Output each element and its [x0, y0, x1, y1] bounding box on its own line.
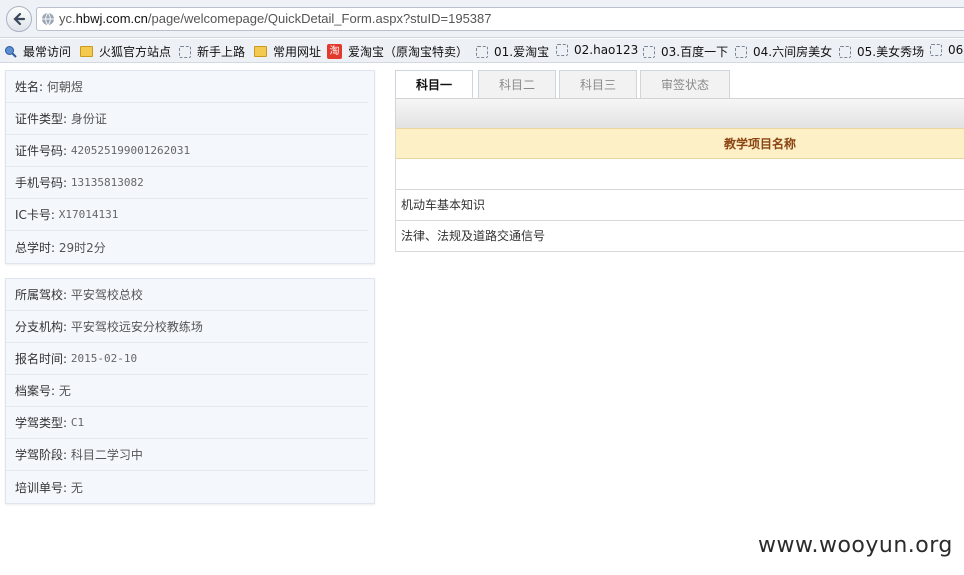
field-label: 姓名: [15, 80, 44, 94]
bookmark-label: 新手上路 [197, 45, 246, 59]
globe-icon [42, 12, 54, 26]
bookmark-label: 爱淘宝（原淘宝特卖） [348, 45, 469, 59]
phone-number: 13135813082 [70, 176, 144, 189]
dashed-box-icon [839, 45, 851, 58]
field-label: 学驾类型: [15, 416, 68, 430]
tab-toolbar [395, 98, 964, 129]
info-row-archive: 档案号: 无 [6, 375, 368, 407]
info-row-idno: 证件号码: 420525199001262031 [6, 135, 368, 167]
registration-date: 2015-02-10 [70, 352, 138, 365]
arrow-left-icon [13, 12, 26, 26]
bookmark-label: 06 [948, 43, 964, 57]
bookmark-03[interactable]: 03.百度一下 [643, 43, 728, 60]
dashed-box-icon [179, 45, 191, 58]
bookmark-label: 02.hao123 [574, 43, 639, 57]
bookmark-ai-taobao[interactable]: 淘 爱淘宝（原淘宝特卖） [327, 43, 468, 60]
field-label: 报名时间: [15, 352, 68, 366]
dashed-box-icon [556, 44, 568, 56]
bookmark-label: 最常访问 [23, 45, 72, 59]
info-row-idtype: 证件类型: 身份证 [6, 103, 368, 135]
address-bar: yc.hbwj.com.cn/page/welcomepage/QuickDet… [0, 0, 964, 38]
bookmark-common-sites[interactable]: 常用网址 [254, 43, 321, 60]
bookmark-05[interactable]: 05.美女秀场 [839, 43, 924, 60]
dashed-box-icon [643, 45, 655, 58]
bookmark-04[interactable]: 04.六间房美女 [735, 43, 832, 60]
student-name: 何朝煜 [46, 80, 83, 94]
bookmark-01[interactable]: 01.爱淘宝 [476, 43, 549, 60]
url-input[interactable]: yc.hbwj.com.cn/page/welcomepage/QuickDet… [36, 7, 964, 31]
table-row[interactable]: 法律、法规及道路交通信号 [396, 221, 964, 252]
url-text: yc.hbwj.com.cn/page/welcomepage/QuickDet… [59, 11, 492, 26]
folder-icon [254, 46, 267, 57]
bookmark-most-visited[interactable]: 最常访问 [4, 43, 71, 60]
bookmark-02[interactable]: 02.hao123 [556, 43, 638, 57]
bookmark-label: 火狐官方站点 [99, 45, 172, 59]
back-button[interactable] [6, 6, 32, 32]
magnifier-icon [5, 46, 17, 58]
training-number: 无 [70, 480, 83, 495]
bookmark-label: 04.六间房美女 [753, 45, 833, 59]
tab-subject-1[interactable]: 科目一 [395, 70, 473, 99]
subject-tabs: 科目一 科目二 科目三 审签状态 [395, 70, 964, 99]
student-info-panel: 姓名: 何朝煜 证件类型: 身份证 证件号码: 4205251990012620… [5, 70, 375, 264]
info-row-hours: 总学时: 29时2分 [6, 231, 368, 263]
column-header-item-name[interactable]: 教学项目名称 [396, 128, 964, 159]
id-number: 420525199001262031 [70, 144, 191, 157]
learning-stage: 科目二学习中 [70, 448, 143, 462]
bookmark-label: 05.美女秀场 [857, 45, 925, 59]
bookmark-getting-started[interactable]: 新手上路 [179, 43, 245, 60]
bookmark-firefox-sites[interactable]: 火狐官方站点 [80, 43, 171, 60]
info-row-school: 所属驾校: 平安驾校总校 [6, 279, 368, 311]
field-label: 培训单号: [15, 480, 68, 495]
info-row-stage: 学驾阶段: 科目二学习中 [6, 439, 368, 471]
field-label: 学驾阶段: [15, 448, 68, 462]
watermark: www.wooyun.org [758, 533, 953, 558]
bookmark-06[interactable]: 06 [930, 43, 963, 57]
teaching-items-table: 教学项目名称 机动车基本知识 法律、法规及道路交通信号 [395, 128, 964, 252]
bookmark-label: 03.百度一下 [661, 45, 729, 59]
field-label: 手机号码: [15, 176, 68, 190]
total-hours: 29时2分 [58, 240, 106, 255]
dashed-box-icon [476, 45, 488, 58]
table-row[interactable] [396, 159, 964, 190]
field-label: 档案号: [15, 384, 56, 398]
field-label: IC卡号: [15, 208, 55, 222]
archive-number: 无 [58, 384, 71, 398]
id-type: 身份证 [70, 112, 107, 126]
info-row-trainno: 培训单号: 无 [6, 471, 368, 503]
bookmarks-bar: 最常访问 火狐官方站点 新手上路 常用网址 淘 爱淘宝（原淘宝特卖） 01.爱淘… [0, 39, 964, 63]
info-row-regdate: 报名时间: 2015-02-10 [6, 343, 368, 375]
folder-icon [80, 46, 93, 57]
driving-school: 平安驾校总校 [70, 288, 143, 302]
tab-subject-2[interactable]: 科目二 [478, 70, 556, 98]
license-type: C1 [70, 416, 85, 429]
field-label: 证件号码: [15, 144, 68, 158]
info-row-cartype: 学驾类型: C1 [6, 407, 368, 439]
dashed-box-icon [735, 45, 747, 58]
info-row-name: 姓名: 何朝煜 [6, 71, 368, 103]
table-row[interactable]: 机动车基本知识 [396, 190, 964, 221]
info-row-ic: IC卡号: X17014131 [6, 199, 368, 231]
info-row-branch: 分支机构: 平安驾校远安分校教练场 [6, 311, 368, 343]
dashed-box-icon [930, 44, 942, 56]
tab-approval-status[interactable]: 审签状态 [640, 70, 730, 98]
info-row-phone: 手机号码: 13135813082 [6, 167, 368, 199]
field-label: 所属驾校: [15, 288, 68, 302]
branch: 平安驾校远安分校教练场 [70, 320, 203, 334]
ic-card-number: X17014131 [58, 208, 119, 221]
bookmark-label: 01.爱淘宝 [494, 45, 550, 59]
bookmark-label: 常用网址 [273, 45, 322, 59]
tab-subject-3[interactable]: 科目三 [559, 70, 637, 98]
field-label: 分支机构: [15, 320, 68, 334]
field-label: 证件类型: [15, 112, 68, 126]
field-label: 总学时: [15, 240, 56, 255]
taobao-icon: 淘 [327, 44, 342, 59]
school-info-panel: 所属驾校: 平安驾校总校 分支机构: 平安驾校远安分校教练场 报名时间: 201… [5, 278, 375, 504]
